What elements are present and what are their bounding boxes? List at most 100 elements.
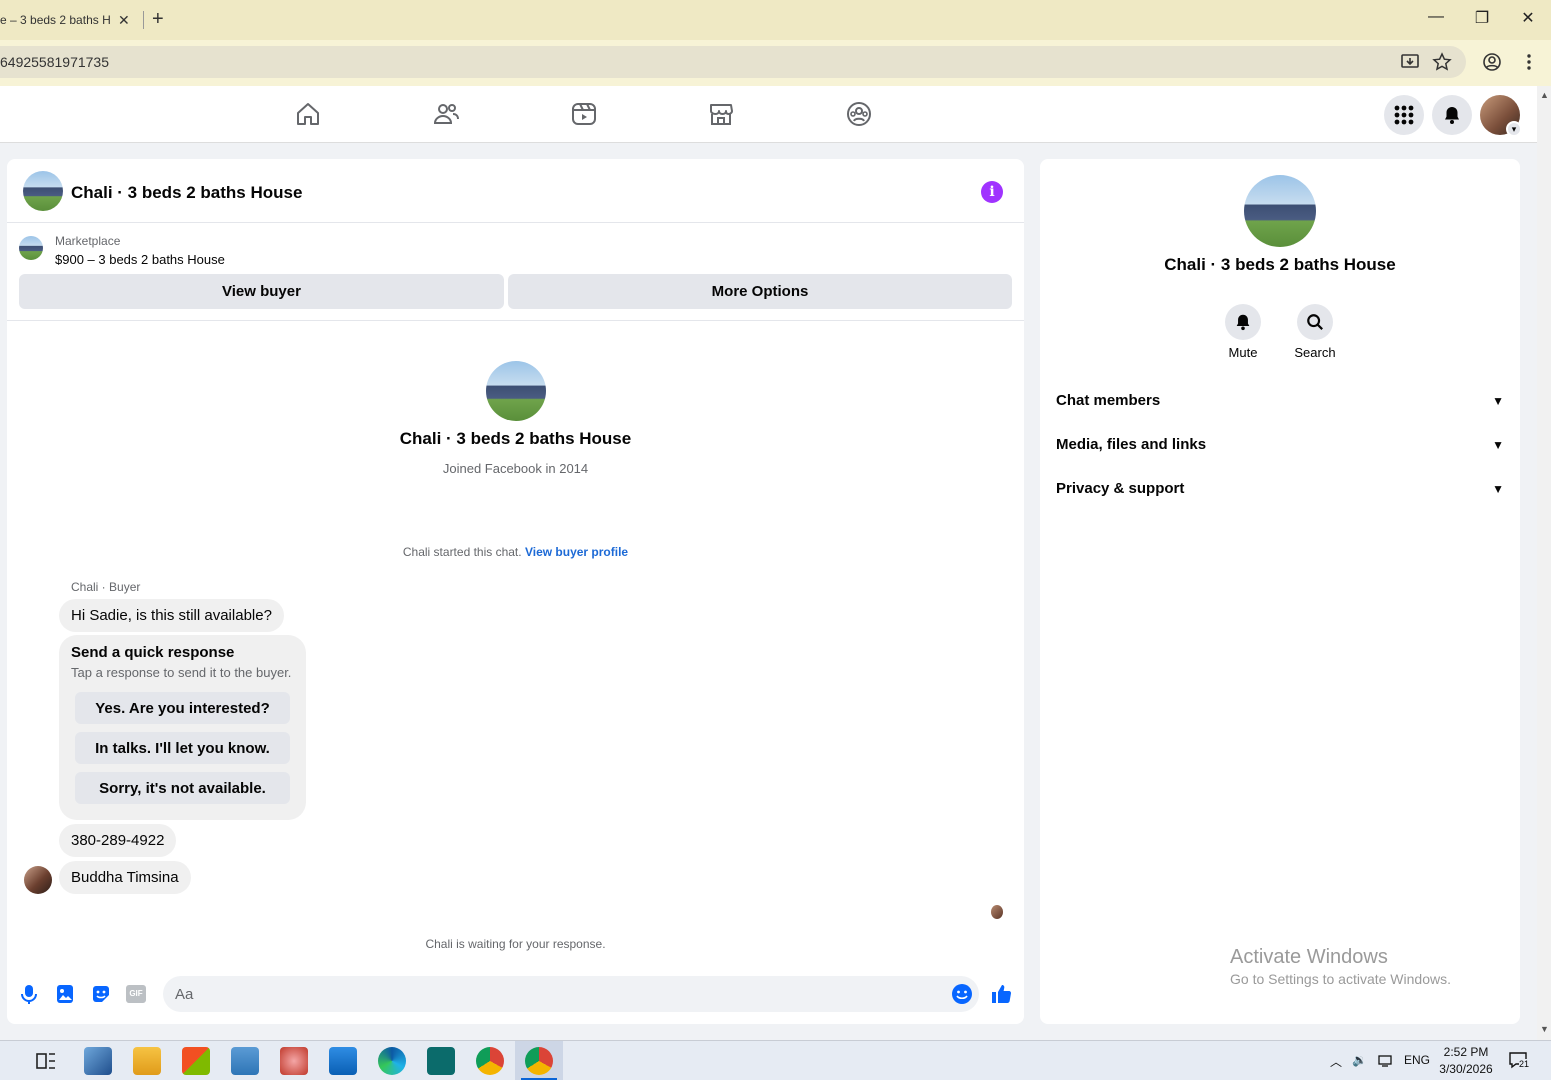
profile-joined: Joined Facebook in 2014 bbox=[442, 461, 589, 476]
message-bubble[interactable]: Hi Sadie, is this still available? bbox=[59, 599, 284, 632]
photos-app-icon[interactable] bbox=[231, 1047, 259, 1075]
section-title: Chat members bbox=[1056, 392, 1161, 409]
tab-close-icon[interactable]: ✕ bbox=[118, 12, 130, 29]
friends-icon[interactable] bbox=[432, 100, 460, 128]
marketplace-listing: Marketplace $900 – 3 beds 2 baths House … bbox=[7, 223, 1024, 321]
browser-tab[interactable]: e – 3 beds 2 baths H ✕ bbox=[0, 0, 140, 40]
mute-label: Mute bbox=[1228, 345, 1258, 360]
clock-date: 3/30/2026 bbox=[1439, 1062, 1493, 1076]
conversation-info-icon[interactable]: i bbox=[981, 181, 1003, 203]
details-avatar[interactable] bbox=[1244, 175, 1316, 247]
paint-app-icon[interactable] bbox=[280, 1047, 308, 1075]
watermark-line2: Go to Settings to activate Windows. bbox=[1230, 971, 1451, 987]
profile-name: Chali · 3 beds 2 baths House bbox=[399, 429, 632, 448]
section-media-files-links[interactable]: Media, files and links ▼ bbox=[1056, 436, 1504, 466]
language-indicator[interactable]: ENG bbox=[1404, 1053, 1430, 1067]
task-view-icon[interactable] bbox=[34, 1049, 58, 1073]
section-title: Media, files and links bbox=[1056, 436, 1207, 453]
view-buyer-button[interactable]: View buyer bbox=[19, 274, 504, 309]
window-minimize-button[interactable]: — bbox=[1421, 8, 1451, 26]
sender-avatar[interactable] bbox=[24, 866, 52, 894]
window-close-button[interactable]: ✕ bbox=[1513, 8, 1543, 28]
scroll-up-arrow-icon[interactable]: ▲ bbox=[1540, 90, 1549, 100]
chevron-down-icon: ▼ bbox=[1492, 438, 1504, 452]
tray-expand-icon[interactable]: ︿ bbox=[1330, 1053, 1342, 1070]
taskbar-app-icon[interactable] bbox=[84, 1047, 112, 1075]
conversation-details-panel: Chali · 3 beds 2 baths House Mute Search… bbox=[1040, 159, 1520, 1024]
chevron-down-icon: ▼ bbox=[1492, 394, 1504, 408]
address-bar-row: 64925581971735 bbox=[0, 40, 1551, 86]
details-name: Chali · 3 beds 2 baths House bbox=[1164, 255, 1396, 274]
seen-indicator-avatar bbox=[991, 905, 1003, 919]
menu-button[interactable] bbox=[1384, 95, 1424, 135]
groups-icon[interactable] bbox=[845, 100, 873, 128]
photo-icon[interactable] bbox=[54, 983, 76, 1005]
marketplace-label: Marketplace bbox=[55, 234, 121, 248]
edge-icon[interactable] bbox=[378, 1047, 406, 1075]
gif-icon[interactable]: GIF bbox=[126, 985, 146, 1003]
search-label: Search bbox=[1294, 345, 1336, 360]
message-input[interactable] bbox=[163, 976, 979, 1012]
chat-header-avatar[interactable] bbox=[23, 171, 63, 211]
network-icon[interactable] bbox=[1378, 1054, 1394, 1068]
mail-icon[interactable] bbox=[329, 1047, 357, 1075]
browser-menu-icon[interactable] bbox=[1519, 52, 1539, 72]
section-chat-members[interactable]: Chat members ▼ bbox=[1056, 392, 1504, 422]
mute-button[interactable] bbox=[1225, 304, 1261, 340]
section-privacy-support[interactable]: Privacy & support ▼ bbox=[1056, 480, 1504, 510]
quick-response-heading: Send a quick response bbox=[71, 644, 235, 661]
chat-header: Chali · 3 beds 2 baths House i bbox=[7, 159, 1024, 223]
bookmark-star-icon[interactable] bbox=[1432, 52, 1452, 72]
profile-icon[interactable] bbox=[1482, 52, 1502, 72]
chat-started-text: Chali started this chat. bbox=[402, 545, 522, 559]
notifications-button[interactable] bbox=[1432, 95, 1472, 135]
page-scrollbar[interactable]: ▲ ▼ bbox=[1537, 86, 1551, 1040]
message-bubble[interactable]: Buddha Timsina bbox=[59, 861, 191, 894]
volume-icon[interactable]: 🔉 bbox=[1352, 1053, 1367, 1067]
quick-response-option[interactable]: In talks. I'll let you know. bbox=[75, 732, 290, 764]
quick-response-option[interactable]: Yes. Are you interested? bbox=[75, 692, 290, 724]
script-app-icon[interactable] bbox=[427, 1047, 455, 1075]
new-tab-button[interactable]: + bbox=[152, 9, 164, 29]
chrome-icon[interactable] bbox=[476, 1047, 504, 1075]
scroll-down-arrow-icon[interactable]: ▼ bbox=[1540, 1024, 1549, 1034]
message-bubble[interactable]: 380-289-4922 bbox=[59, 824, 177, 857]
listing-title[interactable]: $900 – 3 beds 2 baths House bbox=[55, 252, 225, 267]
sender-label: Chali · Buyer bbox=[71, 580, 141, 594]
quick-response-subtext: Tap a response to send it to the buyer. bbox=[71, 665, 292, 680]
windows-taskbar: ︿ 🔉 ENG 2:52 PM 3/30/2026 21 bbox=[0, 1040, 1551, 1080]
home-icon[interactable] bbox=[294, 100, 322, 128]
marketplace-icon[interactable] bbox=[707, 100, 735, 128]
waiting-notice: Chali is waiting for your response. bbox=[425, 937, 606, 951]
tab-title: e – 3 beds 2 baths H bbox=[0, 13, 110, 27]
file-explorer-icon[interactable] bbox=[133, 1047, 161, 1075]
search-button[interactable] bbox=[1297, 304, 1333, 340]
sticker-icon[interactable] bbox=[90, 983, 112, 1005]
profile-avatar[interactable] bbox=[486, 361, 546, 421]
bell-icon bbox=[1236, 314, 1250, 331]
clock-time: 2:52 PM bbox=[1443, 1045, 1489, 1059]
listing-thumbnail[interactable] bbox=[19, 236, 43, 260]
watermark-line1: Activate Windows bbox=[1230, 946, 1388, 968]
microphone-icon[interactable] bbox=[18, 983, 40, 1005]
system-clock[interactable]: 2:52 PM 3/30/2026 bbox=[1436, 1044, 1496, 1078]
video-icon[interactable] bbox=[570, 100, 598, 128]
chrome-profile-icon[interactable] bbox=[525, 1047, 553, 1075]
install-app-icon[interactable] bbox=[1400, 52, 1420, 72]
url-text[interactable]: 64925581971735 bbox=[0, 54, 109, 70]
account-chevron-icon[interactable]: ▾ bbox=[1506, 121, 1522, 137]
emoji-icon[interactable] bbox=[951, 983, 973, 1005]
bell-icon bbox=[1445, 107, 1459, 124]
chat-panel: Chali · 3 beds 2 baths House i Marketpla… bbox=[7, 159, 1024, 1024]
view-buyer-profile-link[interactable]: View buyer profile bbox=[525, 545, 628, 559]
more-options-button[interactable]: More Options bbox=[508, 274, 1012, 309]
quick-response-card: Send a quick response Tap a response to … bbox=[59, 635, 306, 820]
store-icon[interactable] bbox=[182, 1047, 210, 1075]
chat-title[interactable]: Chali · 3 beds 2 baths House bbox=[71, 183, 302, 203]
quick-response-option[interactable]: Sorry, it's not available. bbox=[75, 772, 290, 804]
section-title: Privacy & support bbox=[1056, 480, 1185, 497]
omnibox[interactable]: 64925581971735 bbox=[0, 46, 1466, 78]
thumbs-up-icon[interactable] bbox=[990, 983, 1012, 1005]
window-restore-button[interactable]: ❐ bbox=[1467, 8, 1497, 28]
notification-center-button[interactable]: 21 bbox=[1508, 1051, 1530, 1071]
